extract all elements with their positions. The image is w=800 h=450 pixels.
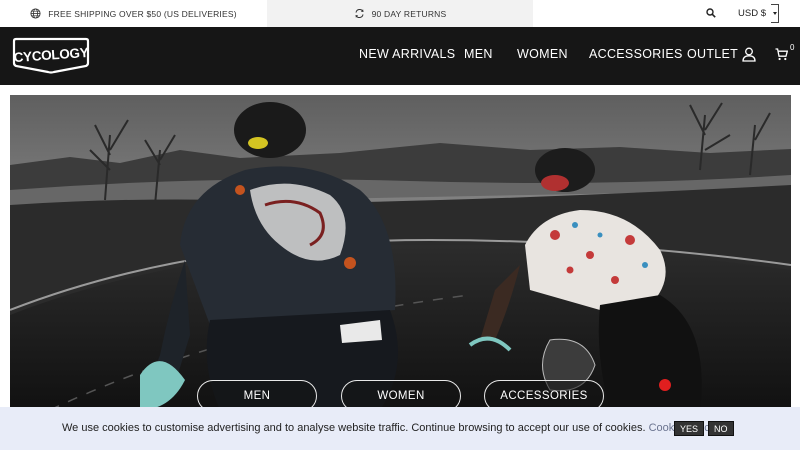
cyclists-photo — [10, 95, 791, 410]
nav-men[interactable]: MEN — [464, 47, 493, 61]
hero-button-women[interactable]: WOMEN — [341, 380, 461, 410]
announcement-bar: FREE SHIPPING OVER $50 (US DELIVERIES) 9… — [0, 0, 800, 27]
chevron-down-icon — [773, 12, 777, 15]
main-header: CYCOLOGY NEW ARRIVALS MEN WOMEN ACCESSOR… — [0, 27, 800, 85]
cookie-decline-button[interactable]: NO — [708, 421, 734, 436]
cart-count-badge: 0 — [790, 43, 795, 52]
hero-button-men[interactable]: MEN — [197, 380, 317, 410]
hero-button-accessories[interactable]: ACCESSORIES — [484, 380, 604, 410]
nav-women[interactable]: WOMEN — [517, 47, 568, 61]
cookie-message: We use cookies to customise advertising … — [62, 422, 717, 434]
globe-icon — [30, 8, 41, 19]
returns-promo[interactable]: 90 DAY RETURNS — [267, 0, 533, 27]
cookie-accept-button[interactable]: YES — [674, 421, 705, 436]
search-icon[interactable] — [706, 8, 716, 18]
cookie-message-text: We use cookies to customise advertising … — [62, 422, 649, 434]
brand-logo[interactable]: CYCOLOGY — [12, 37, 90, 74]
shipping-promo[interactable]: FREE SHIPPING OVER $50 (US DELIVERIES) — [0, 0, 267, 27]
currency-selector[interactable]: USD $ — [738, 8, 766, 19]
cart-icon[interactable] — [775, 48, 788, 61]
user-icon[interactable] — [742, 47, 756, 62]
nav-accessories[interactable]: ACCESSORIES — [589, 47, 683, 61]
refresh-icon — [355, 9, 364, 18]
hero-banner[interactable]: MEN WOMEN ACCESSORIES — [10, 95, 791, 410]
cookie-banner: We use cookies to customise advertising … — [0, 407, 800, 450]
nav-outlet[interactable]: OUTLET — [687, 47, 738, 61]
nav-new-arrivals[interactable]: NEW ARRIVALS — [359, 47, 455, 61]
shipping-text: FREE SHIPPING OVER $50 (US DELIVERIES) — [48, 8, 237, 19]
returns-text: 90 DAY RETURNS — [371, 8, 447, 19]
